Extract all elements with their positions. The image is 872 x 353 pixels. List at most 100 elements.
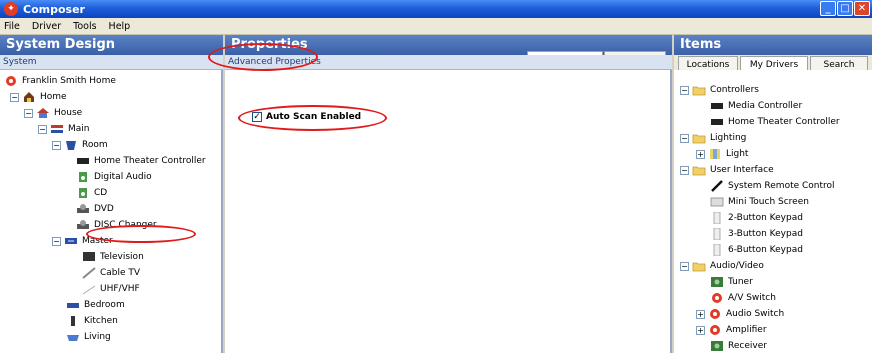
items-folder-audio-video[interactable]: − Audio/Video (680, 259, 764, 273)
home-icon (22, 91, 36, 103)
cd-icon (76, 187, 90, 199)
tree-item-home[interactable]: − Home (10, 90, 67, 104)
room-icon (66, 299, 80, 311)
composer-app-icon: ✦ (4, 2, 18, 16)
tv-icon (82, 251, 96, 263)
items-tuner[interactable]: Tuner (710, 275, 753, 289)
items-amplifier[interactable]: + Amplifier (696, 323, 767, 337)
items-folder-controllers[interactable]: − Controllers (680, 83, 759, 97)
folder-icon (692, 164, 706, 176)
auto-scan-option[interactable]: ✓ Auto Scan Enabled (252, 110, 361, 124)
cable-icon (82, 267, 96, 279)
home-root-icon (4, 75, 18, 87)
items-folder-user-interface[interactable]: − User Interface (680, 163, 774, 177)
tree-item-television[interactable]: Television (82, 250, 144, 264)
room-icon (66, 315, 80, 327)
items-2-button-keypad[interactable]: 2-Button Keypad (710, 211, 803, 225)
tree-item-bedroom[interactable]: Bedroom (66, 298, 125, 312)
items-6-button-keypad[interactable]: 6-Button Keypad (710, 243, 803, 257)
folder-icon (692, 84, 706, 96)
items-header: Items (674, 35, 872, 55)
items-light[interactable]: + Light (696, 147, 748, 161)
tuner-icon (710, 276, 724, 288)
items-pane: − Controllers Media Controller Home Thea… (674, 70, 872, 353)
expand-toggle[interactable]: + (696, 325, 705, 335)
tree-item-digital-audio[interactable]: Digital Audio (76, 170, 152, 184)
tree-item-franklin-smith-home[interactable]: Franklin Smith Home (4, 74, 116, 88)
antenna-icon (82, 283, 96, 295)
system-subheader: System (0, 55, 223, 70)
system-design-pane: Franklin Smith Home − Home − House − Mai… (0, 70, 223, 353)
amplifier-icon (708, 324, 722, 336)
properties-pane: ✓ Auto Scan Enabled (225, 70, 672, 353)
room-icon (64, 139, 78, 151)
collapse-toggle[interactable]: − (680, 165, 689, 175)
menu-file[interactable]: File (4, 21, 20, 32)
controller-icon (710, 116, 724, 128)
expand-toggle[interactable]: + (696, 309, 705, 319)
tree-item-room[interactable]: − Room (52, 138, 108, 152)
system-design-header: System Design (0, 35, 223, 55)
title-bar: ✦ Composer _ □ ✕ (0, 0, 872, 18)
collapse-toggle[interactable]: − (38, 124, 47, 134)
collapse-toggle[interactable]: − (10, 92, 19, 102)
menu-bar: File Driver Tools Help (0, 18, 872, 35)
tree-item-cable-tv[interactable]: Cable TV (82, 266, 140, 280)
collapse-toggle[interactable]: − (52, 236, 61, 246)
controller-icon (76, 155, 90, 167)
switch-icon (710, 292, 724, 304)
collapse-toggle[interactable]: − (24, 108, 33, 118)
items-media-controller[interactable]: Media Controller (710, 99, 802, 113)
collapse-toggle[interactable]: − (680, 133, 689, 143)
tree-item-kitchen[interactable]: Kitchen (66, 314, 118, 328)
minimize-button[interactable]: _ (820, 1, 836, 16)
house-icon (36, 107, 50, 119)
items-folder-lighting[interactable]: − Lighting (680, 131, 746, 145)
items-audio-switch[interactable]: + Audio Switch (696, 307, 784, 321)
tree-item-uhf-vhf[interactable]: UHF/VHF (82, 282, 140, 296)
items-home-theater-controller[interactable]: Home Theater Controller (710, 115, 840, 129)
collapse-toggle[interactable]: − (52, 140, 61, 150)
folder-icon (692, 260, 706, 272)
menu-help[interactable]: Help (109, 21, 131, 32)
audio-icon (76, 171, 90, 183)
room-icon (66, 331, 80, 343)
items-av-switch[interactable]: A/V Switch (710, 291, 776, 305)
folder-icon (692, 132, 706, 144)
items-3-button-keypad[interactable]: 3-Button Keypad (710, 227, 803, 241)
expand-toggle[interactable]: + (696, 149, 705, 159)
items-receiver[interactable]: Receiver (710, 339, 767, 353)
tree-item-dvd[interactable]: DVD (76, 202, 114, 216)
auto-scan-label: Auto Scan Enabled (266, 112, 362, 122)
switch-icon (708, 308, 722, 320)
collapse-toggle[interactable]: − (680, 261, 689, 271)
maximize-button[interactable]: □ (837, 1, 853, 16)
close-button[interactable]: ✕ (854, 1, 870, 16)
items-system-remote-control[interactable]: System Remote Control (710, 179, 835, 193)
remote-icon (710, 180, 724, 192)
tree-item-main[interactable]: − Main (38, 122, 90, 136)
tree-item-cd[interactable]: CD (76, 186, 107, 200)
collapse-toggle[interactable]: − (680, 85, 689, 95)
controller-icon (710, 100, 724, 112)
tree-item-master[interactable]: − Master (52, 234, 113, 248)
auto-scan-checkbox[interactable]: ✓ (252, 112, 262, 122)
menu-tools[interactable]: Tools (73, 21, 96, 32)
dvd-icon (76, 203, 90, 215)
items-mini-touch-screen[interactable]: Mini Touch Screen (710, 195, 809, 209)
tree-item-living[interactable]: Living (66, 330, 111, 344)
menu-driver[interactable]: Driver (32, 21, 61, 32)
receiver-icon (710, 340, 724, 352)
tree-item-home-theater-controller[interactable]: Home Theater Controller (76, 154, 206, 168)
touchscreen-icon (710, 196, 724, 208)
light-icon (708, 148, 722, 160)
tree-item-house[interactable]: − House (24, 106, 82, 120)
keypad-icon (710, 227, 724, 241)
window-title: Composer (23, 2, 85, 16)
keypad-icon (710, 243, 724, 257)
keypad-icon (710, 211, 724, 225)
room-icon (64, 235, 78, 247)
disc-changer-icon (76, 219, 90, 231)
tree-item-disc-changer[interactable]: DISC Changer (76, 218, 157, 232)
floor-icon (50, 123, 64, 135)
